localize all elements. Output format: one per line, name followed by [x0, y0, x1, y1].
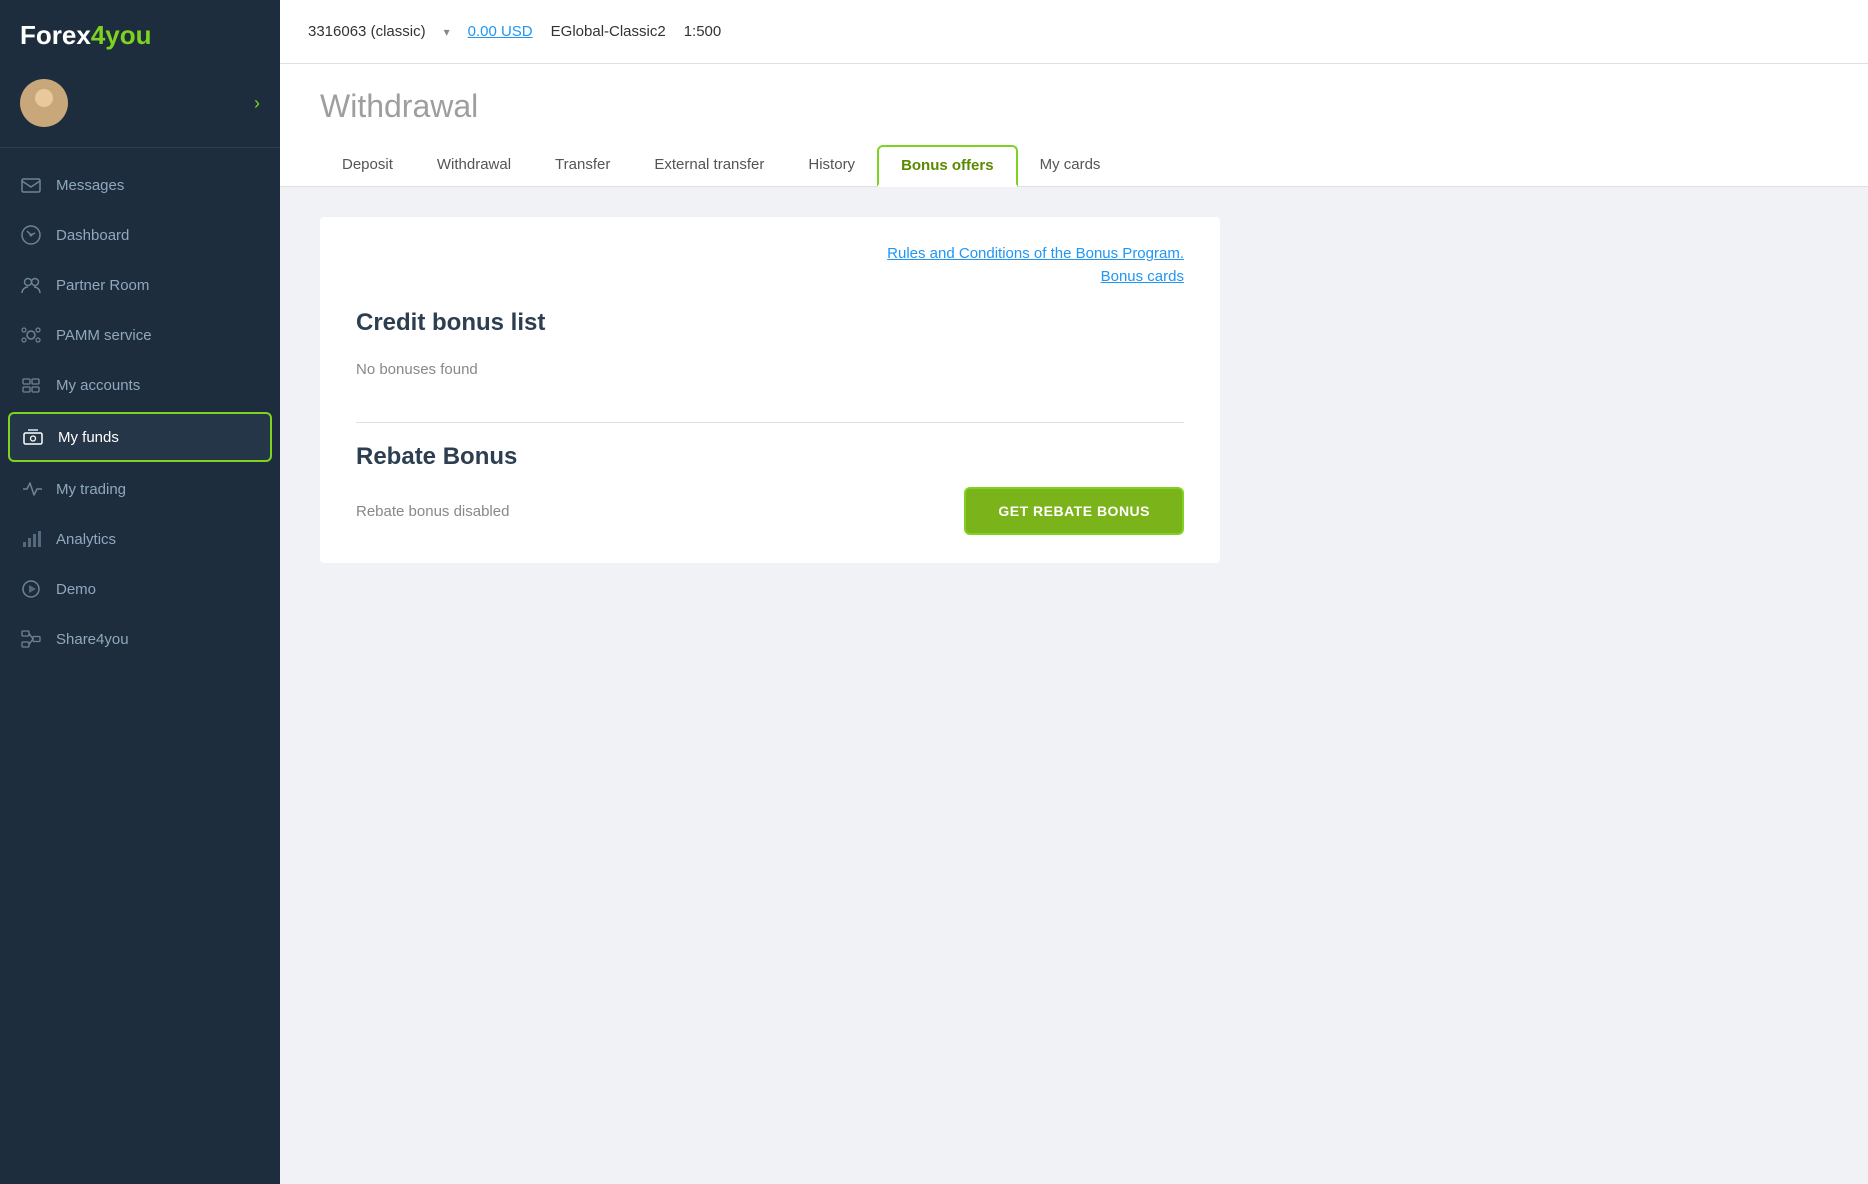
page-tabs: Deposit Withdrawal Transfer External tra… [320, 145, 1828, 186]
sidebar-item-share4you[interactable]: Share4you [0, 614, 280, 664]
sidebar-item-my-funds[interactable]: My funds [8, 412, 272, 462]
logo-4you: 4you [91, 20, 152, 50]
accounts-icon [20, 374, 42, 396]
pamm-icon [20, 324, 42, 346]
get-rebate-bonus-button[interactable]: GET REBATE BONUS [964, 487, 1184, 535]
envelope-icon [20, 174, 42, 196]
rebate-disabled-text: Rebate bonus disabled [356, 503, 509, 520]
sidebar-item-pamm-service[interactable]: PAMM service [0, 310, 280, 360]
sidebar-item-label: Dashboard [56, 227, 129, 244]
page-title: Withdrawal [320, 88, 1828, 125]
sidebar-item-label: My trading [56, 481, 126, 498]
bonus-cards-link[interactable]: Bonus cards [356, 268, 1184, 285]
account-balance[interactable]: 0.00 USD [468, 23, 533, 40]
tab-external-transfer[interactable]: External transfer [632, 146, 786, 186]
account-leverage: 1:500 [684, 23, 722, 40]
profile-section: › [0, 67, 280, 148]
rules-link[interactable]: Rules and Conditions of the Bonus Progra… [356, 245, 1184, 262]
page-header: Withdrawal Deposit Withdrawal Transfer E… [280, 64, 1868, 187]
sidebar-item-demo[interactable]: Demo [0, 564, 280, 614]
main-content-area: 3316063 (classic) ▾ 0.00 USD EGlobal-Cla… [280, 0, 1868, 1184]
trading-icon [20, 478, 42, 500]
sidebar-item-messages[interactable]: Messages [0, 160, 280, 210]
logo-forex: Forex [20, 20, 91, 50]
share4you-icon [20, 628, 42, 650]
sidebar-item-partner-room[interactable]: Partner Room [0, 260, 280, 310]
avatar[interactable] [20, 79, 68, 127]
account-id: 3316063 (classic) [308, 23, 426, 40]
sidebar-item-label: Analytics [56, 531, 116, 548]
analytics-icon [20, 528, 42, 550]
tab-bonus-offers[interactable]: Bonus offers [877, 145, 1018, 187]
sidebar: Forex4you › Messages [0, 0, 280, 1184]
sidebar-item-label: My accounts [56, 377, 140, 394]
sidebar-item-label: Messages [56, 177, 124, 194]
sidebar-item-label: Partner Room [56, 277, 149, 294]
account-number: 3316063 [308, 23, 366, 40]
sidebar-item-analytics[interactable]: Analytics [0, 514, 280, 564]
sidebar-nav: Messages Dashboard [0, 148, 280, 1184]
sidebar-item-label: PAMM service [56, 327, 152, 344]
section-divider [356, 422, 1184, 423]
profile-chevron-icon[interactable]: › [254, 93, 260, 114]
account-dropdown-icon[interactable]: ▾ [444, 25, 450, 39]
no-bonuses-message: No bonuses found [356, 353, 1184, 402]
sidebar-item-my-accounts[interactable]: My accounts [0, 360, 280, 410]
tab-withdrawal[interactable]: Withdrawal [415, 146, 533, 186]
bonus-offers-content: Rules and Conditions of the Bonus Progra… [280, 187, 1868, 593]
bonus-links: Rules and Conditions of the Bonus Progra… [356, 245, 1184, 285]
account-type: (classic) [371, 23, 426, 40]
dashboard-icon [20, 224, 42, 246]
tab-deposit[interactable]: Deposit [320, 146, 415, 186]
sidebar-item-my-trading[interactable]: My trading [0, 464, 280, 514]
tab-history[interactable]: History [786, 146, 877, 186]
credit-bonus-title: Credit bonus list [356, 309, 1184, 337]
tab-transfer[interactable]: Transfer [533, 146, 632, 186]
demo-icon [20, 578, 42, 600]
sidebar-item-label: Share4you [56, 631, 129, 648]
top-bar: 3316063 (classic) ▾ 0.00 USD EGlobal-Cla… [280, 0, 1868, 64]
sidebar-item-label: My funds [58, 429, 119, 446]
sidebar-item-label: Demo [56, 581, 96, 598]
partner-icon [20, 274, 42, 296]
logo-area: Forex4you [0, 0, 280, 67]
bonus-card: Rules and Conditions of the Bonus Progra… [320, 217, 1220, 563]
funds-icon [22, 426, 44, 448]
rebate-row: Rebate bonus disabled GET REBATE BONUS [356, 487, 1184, 535]
logo: Forex4you [20, 20, 152, 51]
account-server: EGlobal-Classic2 [551, 23, 666, 40]
tab-my-cards[interactable]: My cards [1018, 146, 1123, 186]
account-info: 3316063 (classic) ▾ 0.00 USD EGlobal-Cla… [308, 23, 721, 40]
sidebar-item-dashboard[interactable]: Dashboard [0, 210, 280, 260]
rebate-bonus-title: Rebate Bonus [356, 443, 1184, 471]
rebate-section: Rebate Bonus Rebate bonus disabled GET R… [356, 443, 1184, 535]
